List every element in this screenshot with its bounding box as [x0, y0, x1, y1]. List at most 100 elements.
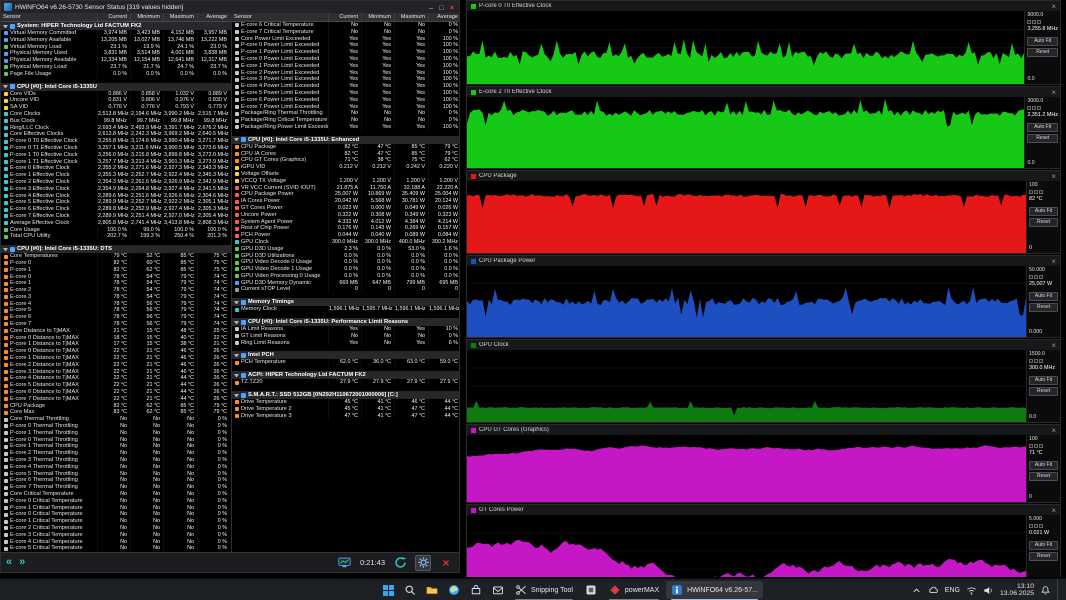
graph-titlebar[interactable]: CPU Package× [467, 171, 1060, 181]
minimize-button[interactable]: – [429, 3, 433, 12]
column-header-minimum[interactable]: Minimum [130, 13, 163, 21]
sensor-row[interactable]: Drive Temperature 347 °C41 °C47 °C44 °C [232, 413, 459, 420]
sensor-row[interactable]: E-core 2 Distance to TjMAX22 °C21 °C46 °… [1, 362, 231, 369]
sensor-row[interactable]: Bus Clock99.8 MHz99.7 MHz99.8 MHz99.8 MH… [1, 118, 231, 125]
sensor-row[interactable]: E-core 4 Critical TemperatureNoNoNo0 % [1, 539, 231, 546]
sensor-row[interactable]: Package/Ring Power Limit ExceededYesYesY… [232, 124, 459, 131]
sensor-group-header[interactable]: ACPI: HIPER Technology Ltd FACTUM FK2 [232, 371, 459, 379]
graph-close-icon[interactable]: × [1051, 172, 1056, 181]
sensor-row[interactable]: E-core 7 Critical TemperatureNoNoNo0 % [232, 29, 459, 36]
graph-close-icon[interactable]: × [1051, 88, 1056, 97]
sensor-row[interactable]: GPU D3D Memory Dynamic669 MB647 MB799 MB… [232, 280, 459, 287]
sensor-row[interactable]: E-core 2 Critical TemperatureNoNoNo0 % [1, 525, 231, 532]
sensor-row[interactable]: E-core 5 Power Limit ExceededYesYesYes10… [232, 90, 459, 97]
sensor-row[interactable]: Core Thermal ThrottlingNoNoNo0 % [1, 416, 231, 423]
column-header-current[interactable]: Current [328, 13, 361, 21]
sensor-group-header[interactable]: System: HIPER Technology Ltd FACTUM FK2 [1, 22, 231, 30]
graph-option-checkbox[interactable] [1039, 359, 1043, 363]
reset-button[interactable]: Reset [1027, 48, 1058, 57]
tray-chevron-up-icon[interactable] [911, 585, 922, 596]
sensor-row[interactable]: E-core 378 °C54 °C79 °C74 °C [1, 294, 231, 301]
column-header-average[interactable]: Average [197, 13, 230, 21]
reset-button[interactable]: Reset [1027, 134, 1058, 143]
sensor-row[interactable]: P-core 082 °C60 °C85 °C75 °C [1, 260, 231, 267]
sensor-row[interactable]: E-core 3 Power Limit ExceededYesYesYes10… [232, 76, 459, 83]
sensor-row[interactable]: E-core 478 °C56 °C79 °C74 °C [1, 301, 231, 308]
sensor-row[interactable]: System Agent Power4.332 W4.012 W4.384 W4… [232, 219, 459, 226]
graph-option-checkbox[interactable] [1029, 275, 1033, 279]
settings-gear-button[interactable] [415, 555, 431, 571]
sensor-row[interactable]: P-core 1 T0 Effective Clock3,256.0 MHz3,… [1, 152, 231, 159]
sensor-row[interactable]: Package/Ring Critical TemperatureNoNoNo0… [232, 117, 459, 124]
graph-titlebar[interactable]: CPU GT Cores (Graphics)× [467, 425, 1060, 435]
sensor-row[interactable]: E-core 078 °C54 °C79 °C74 °C [1, 274, 231, 281]
collapse-icon[interactable] [234, 301, 239, 304]
sensor-row[interactable]: Core Power Limit ExceededYesYesYes100 % [232, 36, 459, 43]
sensor-row[interactable]: P-core 1 Power Limit ExceededYesYesYes10… [232, 49, 459, 56]
sensor-row[interactable]: Page File Usage0.0 %0.0 %0.0 %0.0 % [1, 71, 231, 78]
sensor-row[interactable]: Core VIDs0.886 V0.858 V1.032 V0.889 V [1, 91, 231, 98]
collapse-icon[interactable] [234, 394, 239, 397]
auto-fit-button[interactable]: Auto Fit [1027, 123, 1058, 132]
sensor-row[interactable]: E-core 2 Thermal ThrottlingNoNoNo0 % [1, 450, 231, 457]
graph-option-checkbox[interactable] [1039, 275, 1043, 279]
maximize-button[interactable]: □ [439, 3, 444, 12]
sensor-row[interactable]: Core Distance to TjMAX21 °C15 °C48 °C25 … [1, 328, 231, 335]
reset-button[interactable]: Reset [1029, 303, 1058, 312]
graph-option-checkbox[interactable] [1039, 444, 1043, 448]
sensor-row[interactable]: GPU Video Decode 0 Usage0.0 %0.0 %0.0 %0… [232, 259, 459, 266]
reset-button[interactable]: Reset [1029, 472, 1058, 481]
sensor-row[interactable]: Ring Limit ReasonsYesNoYes6 % [232, 340, 459, 347]
scroll-left-icon[interactable]: « [6, 555, 12, 571]
auto-fit-button[interactable]: Auto Fit [1029, 292, 1058, 301]
sensor-row[interactable]: Core Effective Clocks2,613.8 MHz2,242.3 … [1, 131, 231, 138]
sensor-row[interactable]: E-core 5 Critical TemperatureNoNoNo0 % [1, 545, 231, 552]
sensor-row[interactable]: Drive Temperature 245 °C41 °C47 °C44 °C [232, 406, 459, 413]
sensor-row[interactable]: P-core 0 T1 Effective Clock3,257.1 MHz3,… [1, 145, 231, 152]
sensor-row[interactable]: E-core 4 Effective Clock2,289.6 MHz2,251… [1, 193, 231, 200]
graph-option-checkbox[interactable] [1029, 524, 1033, 528]
graph-monitor-button[interactable] [337, 555, 353, 571]
tray-cloud-icon[interactable] [928, 585, 939, 596]
taskbar-app-app[interactable] [580, 581, 602, 599]
sensor-row[interactable]: Core Temperatures79 °C52 °C85 °C75 °C [1, 253, 231, 260]
sensor-row[interactable]: E-core 2 Power Limit ExceededYesYesYes10… [232, 70, 459, 77]
collapse-icon[interactable] [234, 138, 239, 141]
column-header-maximum[interactable]: Maximum [394, 13, 428, 21]
taskbar-explorer-button[interactable] [422, 581, 442, 599]
sensor-row[interactable]: E-core 1 Critical TemperatureNoNoNo0 % [1, 518, 231, 525]
sensor-group-header[interactable]: Intel PCH [232, 351, 459, 359]
collapse-icon[interactable] [234, 354, 239, 357]
sensor-group-header[interactable]: CPU [#0]: Intel Core i5-1335U: Performan… [232, 318, 459, 326]
auto-fit-button[interactable]: Auto Fit [1027, 37, 1058, 46]
collapse-icon[interactable] [234, 374, 239, 377]
sensor-row[interactable]: Physical Memory Used3,831 MB3,514 MB4,00… [1, 50, 231, 57]
graph-option-checkbox[interactable] [1034, 444, 1038, 448]
sensor-row[interactable]: Virtual Memory Load23.1 %19.9 %24.1 %23.… [1, 44, 231, 51]
sensor-row[interactable]: E-core 5 Thermal ThrottlingNoNoNo0 % [1, 471, 231, 478]
sensor-row[interactable]: GT Cores Power0.023 W0.000 W0.049 W0.026… [232, 205, 459, 212]
graph-option-checkbox[interactable] [1034, 190, 1038, 194]
sensor-row[interactable]: E-core 1 Thermal ThrottlingNoNoNo0 % [1, 443, 231, 450]
graph-option-checkbox[interactable] [1034, 275, 1038, 279]
sensor-row[interactable]: Core Usage100.0 %99.0 %100.0 %100.0 % [1, 227, 231, 234]
graph-close-icon[interactable]: × [1051, 2, 1056, 11]
graph-option-checkbox[interactable] [1029, 359, 1033, 363]
taskbar-app-hwinfo64-v6-26-57-[interactable]: HWiNFO64 v6.26-57... [666, 581, 763, 599]
auto-fit-button[interactable]: Auto Fit [1029, 541, 1058, 550]
collapse-icon[interactable] [3, 25, 8, 28]
sensor-row[interactable]: E-core 178 °C54 °C79 °C74 °C [1, 280, 231, 287]
sensor-row[interactable]: PCH Temperature62.0 °C36.0 °C63.0 °C59.0… [232, 359, 459, 366]
sensor-row[interactable]: Memory Clock1,596.1 MHz1,595.7 MHz1,596.… [232, 306, 459, 313]
sensor-row[interactable]: Rest of Chip Power0.176 W0.143 W0.269 W0… [232, 225, 459, 232]
graph-close-icon[interactable]: × [1051, 341, 1056, 350]
sensor-group-header[interactable]: CPU [#0]: Intel Core i5-1335U [1, 83, 231, 91]
sensor-row[interactable]: E-core 1 Power Limit ExceededYesYesYes10… [232, 63, 459, 70]
sensor-row[interactable]: E-core 1 Effective Clock2,355.3 MHz2,252… [1, 172, 231, 179]
sensor-row[interactable]: E-core 678 °C56 °C79 °C74 °C [1, 314, 231, 321]
sensor-row[interactable]: GPU Video Decode 1 Usage0.0 %0.0 %0.0 %0… [232, 266, 459, 273]
sensor-row[interactable]: E-core 2 Effective Clock2,354.3 MHz2,261… [1, 179, 231, 186]
sensor-row[interactable]: E-core 0 Effective Clock2,355.2 MHz2,271… [1, 165, 231, 172]
graph-option-checkbox[interactable] [1037, 106, 1041, 110]
taskbar-app-powermax[interactable]: powerMAX [604, 581, 664, 599]
